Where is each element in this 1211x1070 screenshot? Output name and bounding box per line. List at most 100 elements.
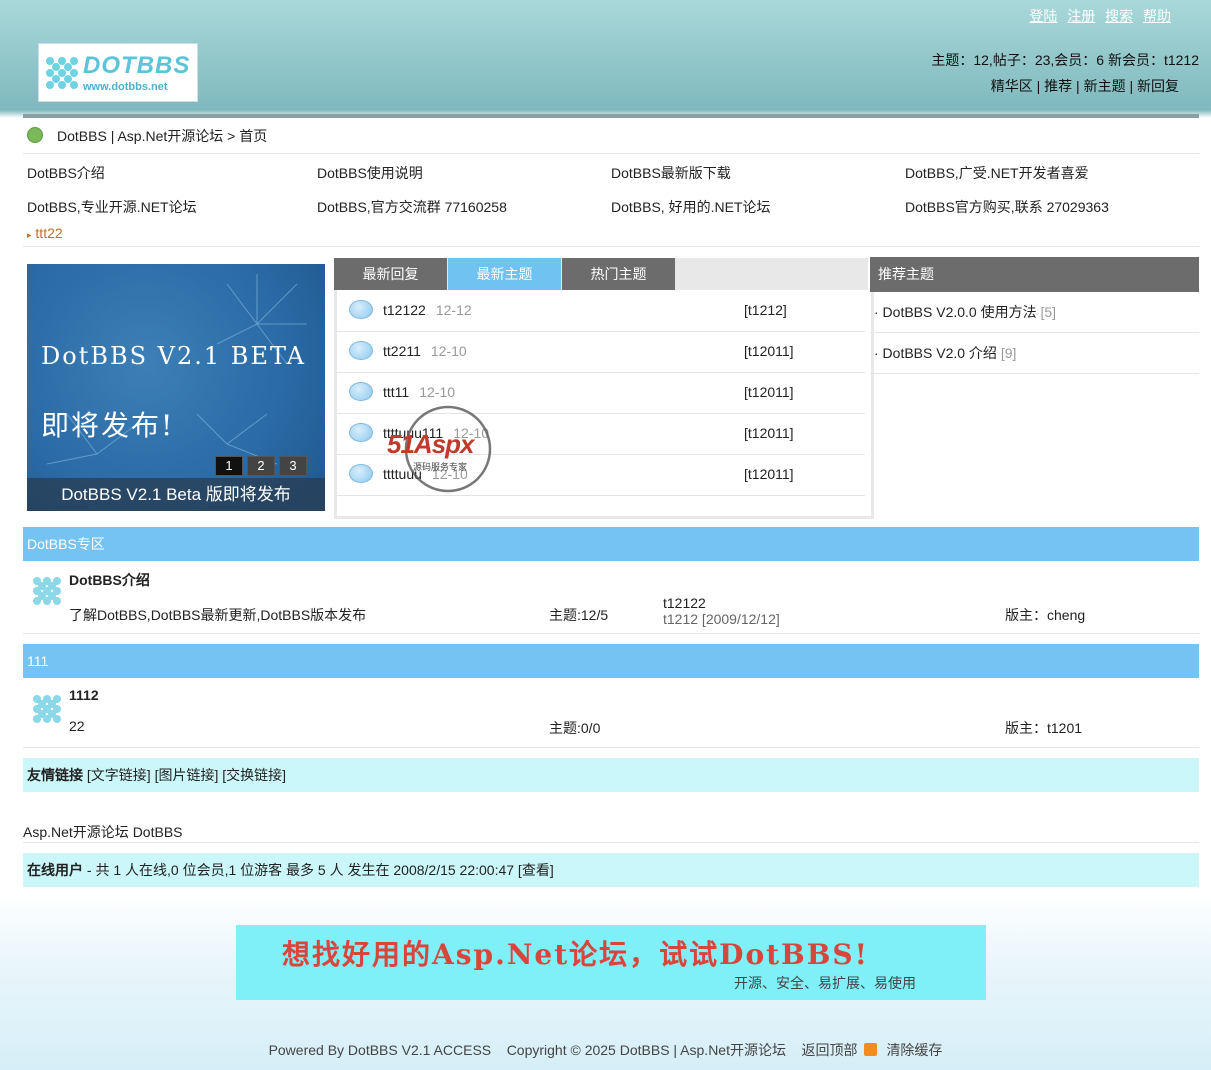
top-links: 登陆 注册 搜索 帮助 bbox=[1023, 6, 1171, 26]
copyright[interactable]: Copyright © 2025 DotBBS | Asp.Net开源论坛 bbox=[507, 1042, 786, 1058]
site-logo[interactable]: DOTBBS www.dotbbs.net bbox=[38, 43, 198, 102]
topic-tabs: 最新回复 最新主题 热门主题 bbox=[334, 258, 868, 290]
friend-links-bar: 友情链接 [文字链接] [图片链接] [交换链接] bbox=[23, 758, 1199, 792]
recommended-title: · DotBBS V2.0 介绍 bbox=[874, 345, 997, 361]
forum-name[interactable]: DotBBS介绍 bbox=[69, 570, 150, 590]
bullet-icon: ▸ bbox=[27, 230, 32, 240]
watermark: 51Aspx 源码服务专家 bbox=[383, 405, 513, 495]
topic-title[interactable]: t12122 bbox=[383, 302, 426, 318]
top-divider bbox=[23, 114, 1199, 118]
topic-title[interactable]: ttt11 bbox=[383, 384, 409, 400]
quick-link-new-topics[interactable]: 新主题 bbox=[1084, 78, 1126, 94]
intro-link[interactable]: DotBBS最新版下载 bbox=[611, 163, 731, 183]
forum-icon bbox=[33, 577, 61, 605]
forum-topic-count: 主题:12/5 bbox=[549, 607, 609, 623]
intro-link[interactable]: DotBBS使用说明 bbox=[317, 163, 423, 183]
intro-link[interactable]: DotBBS, 好用的.NET论坛 bbox=[611, 197, 770, 217]
exchange-links[interactable]: [交换链接] bbox=[222, 767, 286, 783]
speech-bubble-icon bbox=[349, 300, 373, 319]
forum-description: 22 bbox=[69, 718, 85, 734]
topic-author[interactable]: [t12011] bbox=[744, 384, 794, 400]
slide-page-3[interactable]: 3 bbox=[279, 456, 307, 476]
recommended-count: [5] bbox=[1040, 304, 1057, 320]
recommended-count: [9] bbox=[1000, 345, 1017, 361]
intro-link[interactable]: DotBBS官方购买,联系 27029363 bbox=[905, 197, 1109, 217]
speech-bubble-icon bbox=[349, 423, 373, 442]
online-text[interactable]: - 共 1 人在线,0 位会员,1 位游客 最多 5 人 发生在 2008/2/… bbox=[83, 862, 554, 878]
topic-date: 12-10 bbox=[419, 384, 456, 400]
topic-title[interactable]: tt2211 bbox=[383, 343, 421, 359]
topic-author[interactable]: [t12011] bbox=[744, 343, 794, 359]
intro-link[interactable]: DotBBS,广受.NET开发者喜爱 bbox=[905, 163, 1089, 183]
slide-caption[interactable]: DotBBS V2.1 Beta 版即将发布 bbox=[27, 478, 325, 511]
logo-text: DOTBBS bbox=[83, 52, 191, 79]
slide-title: DotBBS V2.1 BETA bbox=[41, 342, 306, 370]
friend-links-label: 友情链接 bbox=[27, 767, 83, 783]
help-link[interactable]: 帮助 bbox=[1143, 8, 1171, 24]
topic-row: tt2211 12-10 [t12011] bbox=[337, 331, 865, 373]
back-to-top-link[interactable]: 返回顶部 bbox=[802, 1042, 858, 1058]
recommended-item[interactable]: · DotBBS V2.0.0 使用方法 [5] bbox=[870, 292, 1199, 333]
forum-description: 了解DotBBS,DotBBS最新更新,DotBBS版本发布 bbox=[69, 607, 367, 623]
banner-subtitle: 开源、安全、易扩展、易使用 bbox=[734, 975, 916, 991]
image-links[interactable]: [图片链接] bbox=[155, 767, 219, 783]
watermark-brand: 51Aspx bbox=[387, 429, 474, 459]
tab-hot-topics[interactable]: 热门主题 bbox=[562, 258, 675, 290]
forum-icon bbox=[33, 695, 61, 723]
extra-link[interactable]: ▸ ttt22 bbox=[27, 225, 63, 241]
main-content: DotBBS | Asp.Net开源论坛 > 首页 DotBBS介绍 DotBB… bbox=[23, 114, 1199, 897]
breadcrumb: DotBBS | Asp.Net开源论坛 > 首页 bbox=[27, 126, 267, 146]
divider bbox=[23, 246, 1199, 247]
forum-stats: 主题：12,帖子：23,会员：6 新会员：t1212 bbox=[931, 52, 1199, 68]
slide-subtitle: 即将发布! bbox=[41, 409, 175, 442]
topic-author[interactable]: [t12011] bbox=[744, 466, 794, 482]
extra-link-label: ttt22 bbox=[35, 225, 63, 241]
clear-cache-link[interactable]: 清除缓存 bbox=[886, 1042, 942, 1058]
quick-link-new-replies[interactable]: 新回复 bbox=[1137, 78, 1179, 94]
speech-bubble-icon bbox=[349, 382, 373, 401]
register-link[interactable]: 注册 bbox=[1067, 8, 1095, 24]
quick-link-recommend[interactable]: 推荐 bbox=[1044, 78, 1072, 94]
rss-icon[interactable] bbox=[863, 1043, 877, 1056]
tab-latest-replies[interactable]: 最新回复 bbox=[334, 258, 447, 290]
slide-pager: 123 bbox=[215, 456, 311, 476]
slide-page-2[interactable]: 2 bbox=[247, 456, 275, 476]
breadcrumb-text[interactable]: DotBBS | Asp.Net开源论坛 > 首页 bbox=[57, 128, 267, 144]
slideshow[interactable]: DotBBS V2.1 BETA 即将发布! 123 DotBBS V2.1 B… bbox=[27, 264, 325, 511]
logo-url: www.dotbbs.net bbox=[83, 81, 168, 93]
last-post-title[interactable]: t12122 bbox=[663, 595, 780, 611]
forum-moderator[interactable]: 版主：cheng bbox=[1005, 605, 1085, 625]
intro-link[interactable]: DotBBS介绍 bbox=[27, 163, 105, 183]
login-link[interactable]: 登陆 bbox=[1029, 8, 1057, 24]
quick-link-digest[interactable]: 精华区 bbox=[991, 78, 1033, 94]
slide-page-1[interactable]: 1 bbox=[215, 456, 243, 476]
promo-banner[interactable]: 想找好用的Asp.Net论坛，试试DotBBS! 开源、安全、易扩展、易使用 bbox=[236, 925, 986, 1000]
speech-bubble-icon bbox=[349, 464, 373, 483]
topic-row: t12122 12-12 [t1212] bbox=[337, 290, 865, 332]
powered-by[interactable]: Powered By DotBBS V2.1 ACCESS bbox=[269, 1042, 492, 1058]
tab-latest-topics[interactable]: 最新主题 bbox=[448, 258, 561, 290]
section-header[interactable]: 111 bbox=[23, 644, 1199, 678]
text-links[interactable]: [文字链接] bbox=[87, 767, 151, 783]
section-header[interactable]: DotBBS专区 bbox=[23, 527, 1199, 561]
recommended-title: · DotBBS V2.0.0 使用方法 bbox=[874, 304, 1037, 320]
intro-link[interactable]: DotBBS,专业开源.NET论坛 bbox=[27, 197, 197, 217]
banner-headline: 想找好用的Asp.Net论坛，试试DotBBS! bbox=[282, 938, 869, 971]
forum-topic-count: 主题:0/0 bbox=[549, 720, 601, 736]
forum-name[interactable]: 1112 bbox=[69, 687, 99, 703]
recommended-item[interactable]: · DotBBS V2.0 介绍 [9] bbox=[870, 333, 1199, 374]
topic-date: 12-10 bbox=[430, 343, 467, 359]
recommended-header: 推荐主题 bbox=[870, 257, 1199, 292]
intro-link[interactable]: DotBBS,官方交流群 77160258 bbox=[317, 197, 507, 217]
topic-author[interactable]: [t12011] bbox=[744, 425, 794, 441]
site-name: Asp.Net开源论坛 DotBBS bbox=[23, 824, 183, 840]
search-link[interactable]: 搜索 bbox=[1105, 8, 1133, 24]
topic-author[interactable]: [t1212] bbox=[744, 302, 787, 318]
forum-moderator[interactable]: 版主：t1201 bbox=[1005, 718, 1082, 738]
forum-last-post: t12122 t1212 [2009/12/12] bbox=[663, 595, 780, 627]
topic-date: 12-12 bbox=[435, 302, 472, 318]
online-users-bar: 在线用户 - 共 1 人在线,0 位会员,1 位游客 最多 5 人 发生在 20… bbox=[23, 853, 1199, 887]
divider bbox=[23, 633, 1199, 634]
logo-grid-icon bbox=[46, 57, 78, 89]
footer: Powered By DotBBS V2.1 ACCESS Copyright … bbox=[0, 1040, 1211, 1060]
